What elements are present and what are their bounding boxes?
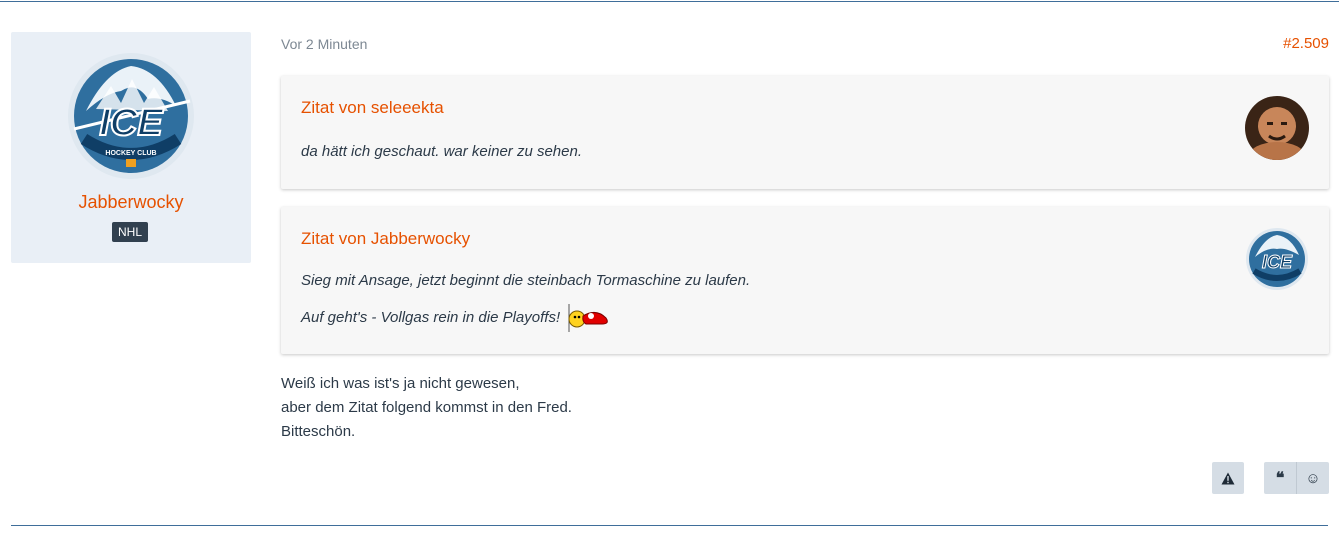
warning-icon <box>1221 472 1235 484</box>
svg-text:ICE: ICE <box>1262 252 1293 272</box>
quoted-user-avatar[interactable] <box>1245 96 1309 160</box>
quote-text-segment: Auf geht's - Vollgas rein in die Playoff… <box>301 309 561 326</box>
quote-text: da hätt ich geschaut. war keiner zu sehe… <box>301 143 583 160</box>
svg-text:HOCKEY CLUB: HOCKEY CLUB <box>105 150 156 157</box>
message-line: Weiß ich was ist's ja nicht gewesen, <box>281 375 520 392</box>
message-line: Bitteschön. <box>281 423 356 440</box>
message-line: aber dem Zitat folgend kommst in den Fre… <box>281 399 572 416</box>
post-message: Weiß ich was ist's ja nicht gewesen, abe… <box>281 372 572 444</box>
bottom-divider <box>11 525 1328 526</box>
quote-title-link[interactable]: Zitat von seleeekta <box>301 98 444 118</box>
author-sidebar: ICE HOCKEY CLUB Jabberwocky NHL <box>11 32 251 263</box>
smiley-icon: ☺ <box>1305 469 1321 487</box>
post-time[interactable]: Vor 2 Minuten <box>281 36 367 52</box>
report-button[interactable] <box>1212 462 1244 494</box>
smiley-emoji-icon <box>568 304 609 332</box>
quote-icon: ❝ <box>1275 470 1285 487</box>
quote-block: Zitat von seleeekta da hätt ich geschaut… <box>281 76 1329 189</box>
top-divider <box>0 1 1339 2</box>
quote-text: Auf geht's - Vollgas rein in die Playoff… <box>301 304 612 332</box>
author-rank-badge: NHL <box>112 222 149 242</box>
author-name[interactable]: Jabberwocky <box>11 192 251 213</box>
quote-text: Sieg mit Ansage, jetzt beginnt die stein… <box>301 272 751 289</box>
post-number-link[interactable]: #2.509 <box>1283 35 1329 52</box>
author-avatar[interactable]: ICE HOCKEY CLUB <box>66 51 196 181</box>
reaction-button[interactable]: ☺ <box>1297 462 1329 494</box>
quote-block: Zitat von Jabberwocky Sieg mit Ansage, j… <box>281 207 1329 354</box>
quote-button[interactable]: ❝ <box>1264 462 1297 494</box>
svg-text:ICE: ICE <box>99 102 164 144</box>
quote-title-link[interactable]: Zitat von Jabberwocky <box>301 229 470 249</box>
quoted-user-avatar[interactable]: ICE <box>1245 227 1309 291</box>
